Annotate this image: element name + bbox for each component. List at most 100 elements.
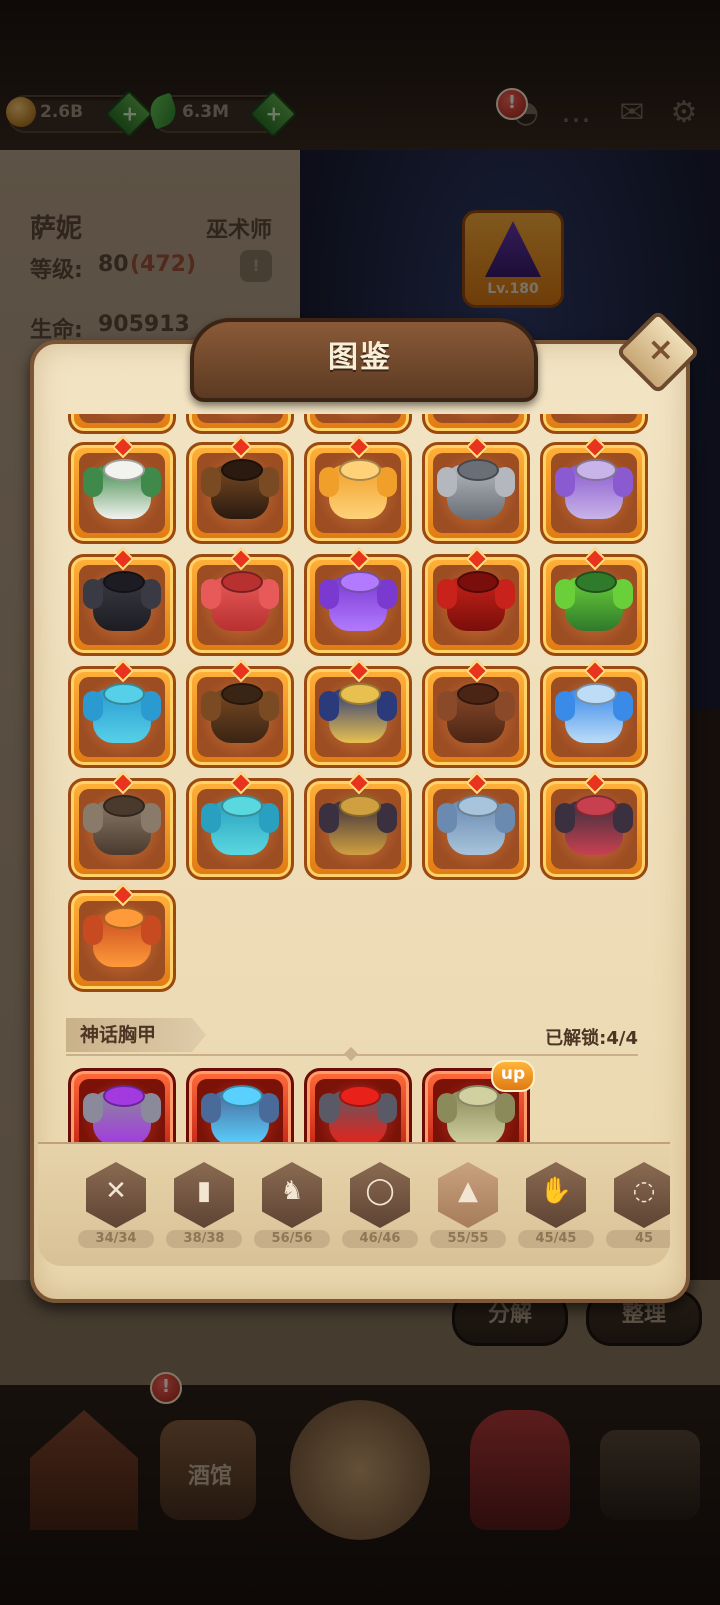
slime-green-armor-icon xyxy=(551,565,637,645)
item-slot-harness-vest[interactable] xyxy=(540,771,648,880)
black-iron-armor-icon xyxy=(79,565,165,645)
tab-count: 45/45 xyxy=(518,1230,594,1248)
category-tab-1[interactable]: ✕ 34/34 xyxy=(78,1162,154,1248)
armor-left-shoulder xyxy=(201,467,221,497)
category-tab-4[interactable]: ◯ 46/46 xyxy=(342,1162,418,1248)
item-frame xyxy=(197,677,283,757)
mythic-row xyxy=(42,1066,670,1142)
item-slot-partial-row-item-1[interactable] xyxy=(68,414,176,434)
item-frame xyxy=(315,789,401,869)
item-slot-navy-gold-mantle[interactable] xyxy=(304,659,412,768)
armor-left-shoulder xyxy=(437,1093,457,1123)
ring-icon: ◌ xyxy=(632,1176,656,1206)
armor-collar xyxy=(103,1085,145,1107)
item-slot-brown-travel-cloak[interactable] xyxy=(186,659,294,768)
close-x-icon: × xyxy=(647,330,675,369)
armor-left-shoulder xyxy=(555,691,575,721)
partial-row-item-5-icon xyxy=(551,414,637,423)
item-frame xyxy=(197,789,283,869)
item-slot-slime-green-armor[interactable] xyxy=(540,547,648,656)
chest-armor-icon: ▲ xyxy=(458,1176,478,1206)
item-slot-bronze-chestplate[interactable] xyxy=(68,771,176,880)
item-slot-teal-shawl[interactable] xyxy=(186,771,294,880)
armor-collar xyxy=(103,683,145,705)
item-slot-crimson-dread-plate[interactable] xyxy=(304,1068,412,1142)
armor-collar xyxy=(457,459,499,481)
item-slot-steel-plate-armor[interactable] xyxy=(422,435,530,544)
armor-left-shoulder xyxy=(201,579,221,609)
tab-count: 34/34 xyxy=(78,1230,154,1248)
category-tab-6[interactable]: ✋ 45/45 xyxy=(518,1162,594,1248)
armor-left-shoulder xyxy=(201,691,221,721)
glove-icon: ✋ xyxy=(539,1176,573,1206)
item-slot-golden-silk-cloak[interactable] xyxy=(304,435,412,544)
item-slot-purple-ring-mail[interactable] xyxy=(540,435,648,544)
up-badge: up xyxy=(491,1060,535,1092)
item-slot-black-iron-armor[interactable] xyxy=(68,547,176,656)
item-slot-dark-gold-trim-armor[interactable] xyxy=(304,771,412,880)
item-frame xyxy=(79,1079,165,1142)
item-frame xyxy=(315,414,401,423)
necklace-icon: ◯ xyxy=(365,1176,395,1206)
category-tab-2[interactable]: ▮ 38/38 xyxy=(166,1162,242,1248)
armor-left-shoulder xyxy=(83,691,103,721)
armor-collar xyxy=(457,571,499,593)
item-frame xyxy=(433,565,519,645)
item-slot-fur-collar-green-cloak[interactable] xyxy=(68,435,176,544)
item-slot-purple-mage-cape[interactable] xyxy=(304,547,412,656)
armor-left-shoulder xyxy=(437,803,457,833)
bronze-chestplate-icon xyxy=(79,789,165,869)
item-slot-sky-blue-cape[interactable] xyxy=(540,659,648,768)
armor-collar xyxy=(339,1085,381,1107)
item-slot-crystal-blue-plate[interactable] xyxy=(186,1068,294,1142)
item-slot-azure-cape[interactable] xyxy=(68,659,176,768)
crimson-dread-plate-icon xyxy=(315,1079,401,1142)
item-slot-red-silk-cape[interactable] xyxy=(186,547,294,656)
item-frame xyxy=(551,414,637,423)
armor-collar xyxy=(221,571,263,593)
modal-title: 图鉴 xyxy=(328,340,392,375)
category-tab-7[interactable]: ◌ 45 xyxy=(606,1162,670,1248)
item-frame xyxy=(433,453,519,533)
item-slot-blue-muscle-cuirass[interactable] xyxy=(422,771,530,880)
armor-collar xyxy=(103,571,145,593)
item-slot-partial-row-item-4[interactable] xyxy=(422,414,530,434)
item-slot-lava-rock-armor[interactable] xyxy=(68,883,176,992)
item-slot-partial-row-item-3[interactable] xyxy=(304,414,412,434)
item-frame xyxy=(315,565,401,645)
item-slot-brown-leather-cloak[interactable] xyxy=(186,435,294,544)
section-title: 神话胸甲 xyxy=(80,1024,157,1046)
armor-left-shoulder xyxy=(555,579,575,609)
item-slot-crimson-hooded-cloak[interactable] xyxy=(422,547,530,656)
armor-left-shoulder xyxy=(319,1093,339,1123)
purple-ring-mail-icon xyxy=(551,453,637,533)
armor-left-shoulder xyxy=(437,691,457,721)
armor-collar xyxy=(103,907,145,929)
item-slot-partial-row-item-5[interactable] xyxy=(540,414,648,434)
item-frame xyxy=(197,453,283,533)
item-frame xyxy=(79,789,165,869)
blue-muscle-cuirass-icon xyxy=(433,789,519,869)
armor-collar xyxy=(339,571,381,593)
item-slot-partial-row-item-2[interactable] xyxy=(186,414,294,434)
void-purple-plate-icon xyxy=(79,1079,165,1142)
armor-collar xyxy=(221,795,263,817)
armor-collar xyxy=(103,795,145,817)
armor-collar xyxy=(221,459,263,481)
armor-left-shoulder xyxy=(201,803,221,833)
item-slot-leather-trench-coat[interactable] xyxy=(422,659,530,768)
item-frame xyxy=(433,677,519,757)
armor-left-shoulder xyxy=(201,1093,221,1123)
brown-leather-cloak-icon xyxy=(197,453,283,533)
item-slot-void-purple-plate[interactable] xyxy=(68,1068,176,1142)
item-frame xyxy=(197,565,283,645)
leather-trench-coat-icon xyxy=(433,677,519,757)
armor-collar xyxy=(575,683,617,705)
category-tab-3[interactable]: ♞ 56/56 xyxy=(254,1162,330,1248)
brown-travel-cloak-icon xyxy=(197,677,283,757)
teal-shawl-icon xyxy=(197,789,283,869)
partial-row-item-1-icon xyxy=(79,414,165,423)
item-frame xyxy=(551,789,637,869)
category-tab-5[interactable]: ▲ 55/55 xyxy=(430,1162,506,1248)
item-frame xyxy=(79,565,165,645)
